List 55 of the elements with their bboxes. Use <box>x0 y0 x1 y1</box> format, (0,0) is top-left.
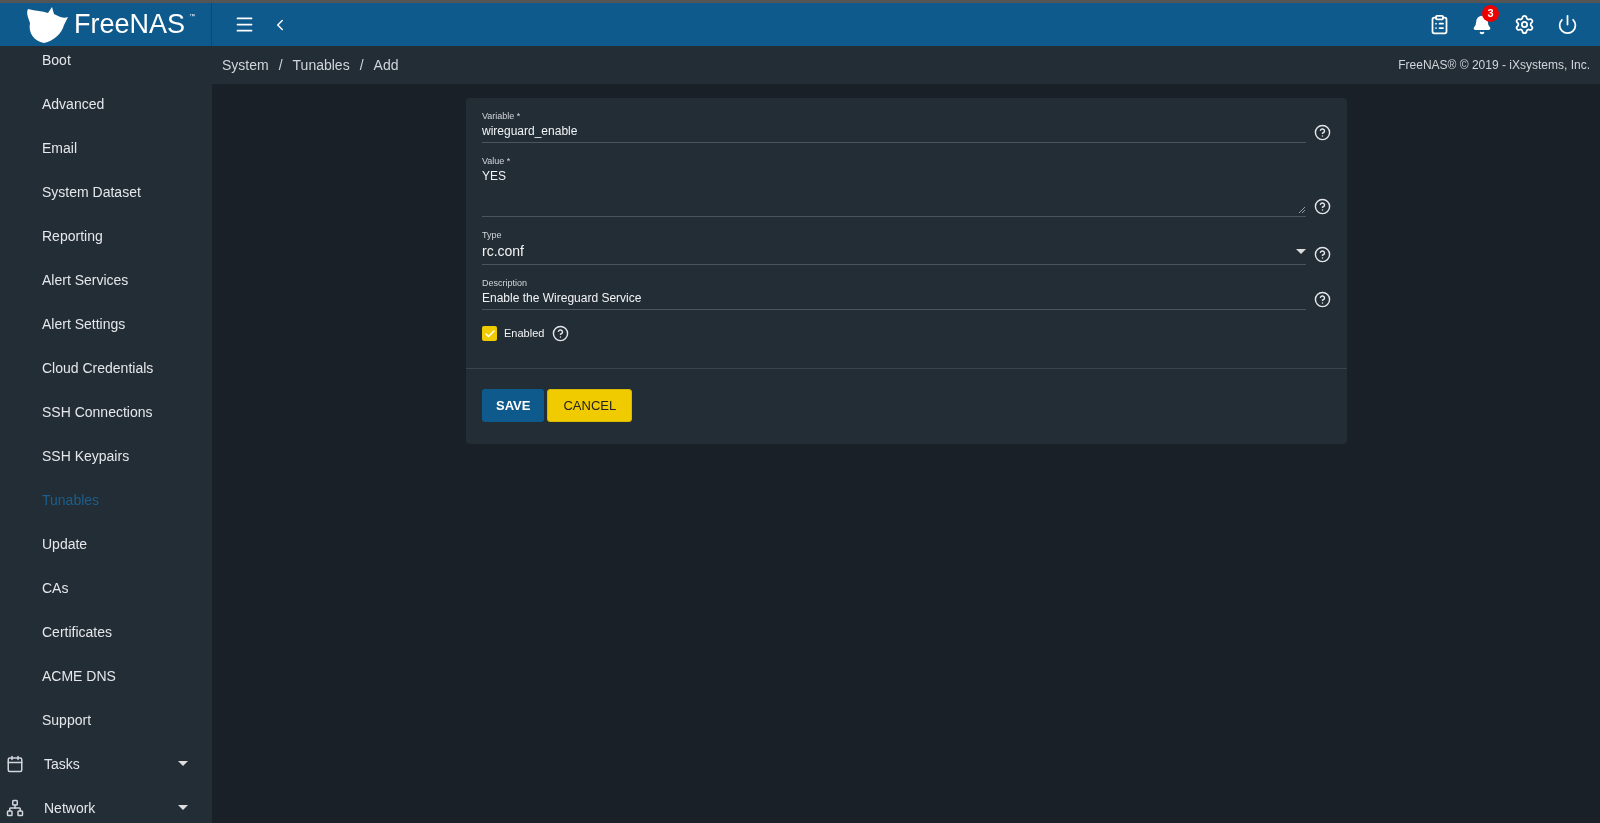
sidebar-item[interactable]: Advanced <box>0 82 212 126</box>
input-field[interactable]: Description Enable the Wireguard Service <box>482 277 1306 310</box>
cancel-button[interactable]: CANCEL <box>547 389 633 422</box>
sidebar-item[interactable]: Email <box>0 126 212 170</box>
help-icon[interactable] <box>1314 246 1331 263</box>
breadcrumb-separator: / <box>359 55 364 75</box>
help-icon[interactable] <box>1314 291 1331 308</box>
expand-caret-icon <box>178 805 188 811</box>
network-icon <box>6 799 24 817</box>
sidebar-item[interactable]: Reporting <box>0 214 212 258</box>
sidebar-item[interactable]: Cloud Credentials <box>0 346 212 390</box>
sidebar-item[interactable]: Certificates <box>0 610 212 654</box>
sidebar-item[interactable]: System Dataset <box>0 170 212 214</box>
save-button[interactable]: SAVE <box>482 389 545 422</box>
breadcrumb-link[interactable]: Tunables <box>292 54 350 76</box>
notification-badge: 3 <box>1482 4 1499 22</box>
checkmark-icon <box>483 327 496 340</box>
resize-handle-icon <box>1298 206 1306 214</box>
field-label: Variable * <box>482 110 522 122</box>
field-value: rc.conf <box>482 242 524 261</box>
sidebar-item[interactable]: Support <box>0 698 212 742</box>
sidebar-item[interactable]: CAs <box>0 566 212 610</box>
select-field[interactable]: Type rc.conf <box>482 229 1306 265</box>
calendar-icon <box>6 755 24 773</box>
breadcrumb-link[interactable]: System <box>222 54 269 76</box>
field-value: YES <box>482 168 506 185</box>
help-icon[interactable] <box>552 325 570 342</box>
sidebar-item[interactable]: Alert Services <box>0 258 212 302</box>
copyright-text: FreeNAS® © 2019 - iXsystems, Inc. <box>1398 57 1590 74</box>
sidebar-item[interactable]: Boot <box>0 46 212 82</box>
sidebar-item[interactable]: Tasks <box>0 742 212 786</box>
sidebar-item[interactable]: Alert Settings <box>0 302 212 346</box>
logo-text: FreeNAS <box>74 11 186 38</box>
sidebar-item[interactable]: SSH Connections <box>0 390 212 434</box>
field-label: Type <box>482 229 503 241</box>
input-field[interactable]: Variable * wireguard_enable <box>482 110 1306 143</box>
clipboard-icon[interactable] <box>1429 14 1450 35</box>
field-label: Value * <box>482 155 512 167</box>
field-value: Enable the Wireguard Service <box>482 290 642 307</box>
dropdown-caret-icon <box>1296 248 1306 255</box>
field-label: Description <box>482 277 529 289</box>
help-icon[interactable] <box>1314 124 1331 141</box>
enabled-checkbox[interactable]: Enabled <box>482 325 545 342</box>
help-icon[interactable] <box>1314 198 1331 215</box>
field-value: wireguard_enable <box>482 123 578 140</box>
sidebar-item[interactable]: Update <box>0 522 212 566</box>
settings-icon[interactable] <box>1514 14 1535 35</box>
sidebar-item[interactable]: Network <box>0 786 212 823</box>
breadcrumb-separator: / <box>278 55 283 75</box>
power-icon[interactable] <box>1557 14 1578 35</box>
sidebar-item[interactable]: SSH Keypairs <box>0 434 212 478</box>
breadcrumb-link[interactable]: Add <box>373 54 399 76</box>
sidebar-item[interactable]: ACME DNS <box>0 654 212 698</box>
textarea-field[interactable]: Value * YES <box>482 155 1306 217</box>
expand-caret-icon <box>178 761 188 767</box>
